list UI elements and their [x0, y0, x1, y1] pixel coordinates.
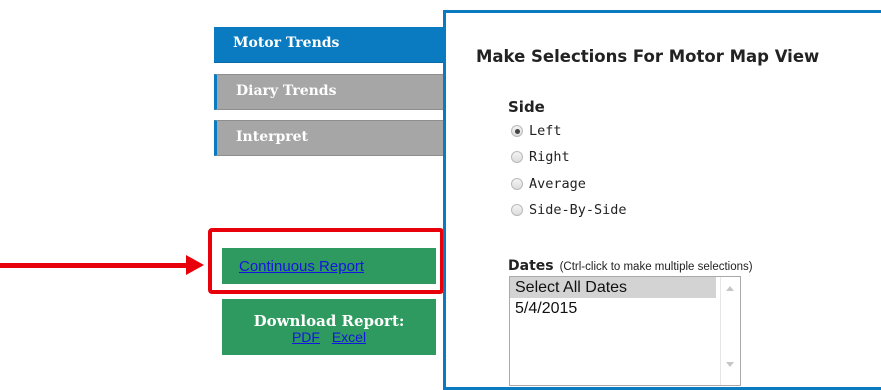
dates-label-row: Dates (Ctrl-click to make multiple select… [508, 255, 753, 274]
side-label: Side [508, 98, 545, 116]
dates-hint: (Ctrl-click to make multiple selections) [559, 261, 753, 273]
scroll-up-arrow-icon[interactable] [726, 286, 734, 291]
radio-button-checked[interactable] [511, 125, 523, 137]
radio-side-by-side-label: Side-By-Side [529, 202, 627, 218]
download-report-box: Download Report: PDF Excel [222, 299, 436, 355]
radio-side-by-side[interactable]: Side-By-Side [511, 200, 627, 220]
tab-motor-trends[interactable]: Motor Trends [214, 27, 444, 63]
dates-scrollbar[interactable] [720, 277, 740, 385]
tab-motor-trends-label: Motor Trends [233, 35, 340, 51]
radio-button[interactable] [511, 151, 523, 163]
radio-right[interactable]: Right [511, 147, 570, 167]
dates-multiselect[interactable]: Select All Dates 5/4/2015 [509, 276, 741, 386]
excel-link[interactable]: Excel [332, 329, 366, 345]
radio-average[interactable]: Average [511, 174, 586, 194]
dates-label: Dates [508, 258, 554, 274]
date-option-select-all[interactable]: Select All Dates [510, 277, 716, 298]
radio-left[interactable]: Left [511, 121, 562, 141]
tab-diary-trends-label: Diary Trends [236, 83, 337, 99]
annotation-arrow-shaft [0, 263, 188, 268]
tab-interpret[interactable]: Interpret [214, 120, 444, 156]
tab-interpret-label: Interpret [236, 129, 309, 145]
radio-left-label: Left [529, 123, 562, 139]
radio-button[interactable] [511, 204, 523, 216]
annotation-arrow-head [186, 255, 204, 275]
radio-button[interactable] [511, 178, 523, 190]
radio-average-label: Average [529, 176, 586, 192]
download-report-title: Download Report: [253, 312, 405, 330]
annotation-highlight-box [208, 228, 444, 294]
scroll-down-arrow-icon[interactable] [726, 362, 734, 367]
pdf-link[interactable]: PDF [292, 329, 320, 345]
download-links: PDF Excel [222, 330, 436, 344]
panel-title: Make Selections For Motor Map View [476, 47, 820, 66]
radio-right-label: Right [529, 149, 570, 165]
tab-diary-trends[interactable]: Diary Trends [214, 74, 444, 110]
date-option[interactable]: 5/4/2015 [510, 298, 716, 319]
